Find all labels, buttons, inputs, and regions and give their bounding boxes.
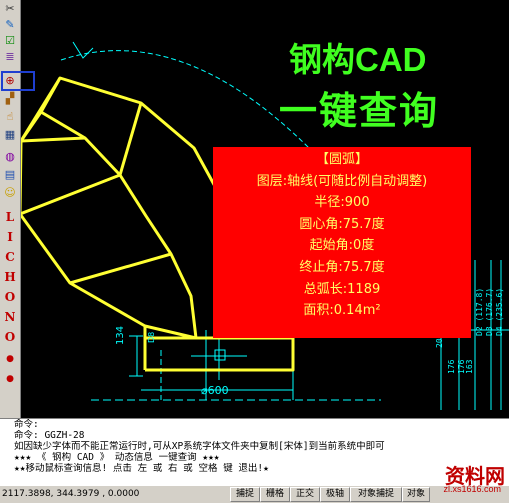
grid-toggle[interactable]: 栅格 bbox=[260, 487, 290, 502]
dimension-label-bottom: ⌀600 bbox=[201, 384, 229, 397]
dimension-label-right: D3 (176.7) bbox=[485, 287, 494, 336]
hand-icon[interactable]: ☝ bbox=[2, 110, 18, 124]
coordinate-readout: 2117.3898, 344.3979 , 0.0000 bbox=[2, 489, 140, 499]
edit-icon[interactable]: ✎ bbox=[2, 18, 18, 32]
toolbar-letter[interactable]: C bbox=[0, 248, 20, 266]
tooltip-line: 面积:0.14m² bbox=[303, 303, 381, 319]
layers-icon[interactable]: ≣ bbox=[2, 50, 18, 64]
dimension-label-right: D2 (117.8) bbox=[475, 287, 484, 336]
watermark-url: zl.xs1616.com bbox=[443, 484, 501, 494]
polar-toggle[interactable]: 极轴 bbox=[320, 487, 350, 502]
scissors-icon[interactable]: ✂ bbox=[2, 2, 18, 16]
ortho-toggle[interactable]: 正交 bbox=[290, 487, 320, 502]
drawing-canvas[interactable]: 钢构CAD 一键查询 ⌀600 134 D8 201 176 176 163 D… bbox=[21, 0, 509, 418]
toolbar-letter[interactable]: N bbox=[0, 308, 20, 326]
canvas-title-1: 钢构CAD bbox=[289, 41, 427, 78]
tooltip-title: 【圆弧】 bbox=[315, 152, 368, 167]
crosshair-box bbox=[214, 349, 226, 361]
toolbar-letter[interactable]: I bbox=[0, 228, 20, 246]
command-line: ★★移动鼠标查询信息! 点击 左 或 右 或 空格 键 退出!★ bbox=[14, 463, 269, 474]
tooltip-line: 终止角:75.7度 bbox=[299, 259, 385, 275]
toolbar-letter[interactable]: O bbox=[0, 288, 20, 306]
tooltip-line: 起始角:0度 bbox=[309, 238, 375, 254]
command-line: 如因缺少字体而不能正常运行时,可从XP系统字体文件夹中复制[宋体]到当前系统中即… bbox=[14, 441, 385, 452]
snap-toggle[interactable]: 捕捉 bbox=[230, 487, 260, 502]
palette-icon[interactable]: ◍ bbox=[2, 150, 18, 164]
radius-dimension-arc bbox=[60, 50, 312, 151]
check-icon[interactable]: ☑ bbox=[2, 34, 18, 48]
toolbar-dot[interactable]: ● bbox=[0, 370, 20, 388]
toolbar-letter[interactable]: H bbox=[0, 268, 20, 286]
toolbar-dot[interactable]: ● bbox=[0, 350, 20, 368]
table-icon[interactable]: ▦ bbox=[2, 128, 18, 142]
osnap-toggle[interactable]: 对象捕捉 bbox=[350, 487, 402, 502]
arc-info-tooltip: 【圆弧】 图层:轴线(可随比例自动调整) 半径:900 圆心角:75.7度 起始… bbox=[213, 147, 471, 338]
brush-icon[interactable]: ▞ bbox=[2, 92, 18, 106]
command-line: ★★★ 《 钢构 CAD 》 动态信息 一键查询 ★★★ bbox=[14, 452, 220, 463]
command-window[interactable]: 命令: 命令: GGZH-28 如因缺少字体而不能正常运行时,可从XP系统字体文… bbox=[0, 418, 509, 486]
dimension-label-left: 134 bbox=[115, 325, 126, 345]
dimension-label-right: D4 (235.6) bbox=[495, 287, 504, 336]
toolbar-letter[interactable]: O bbox=[0, 328, 20, 346]
tooltip-line: 图层:轴线(可随比例自动调整) bbox=[256, 173, 428, 189]
dimension-tick bbox=[72, 41, 94, 59]
smiley-icon[interactable]: ☺ bbox=[2, 186, 18, 200]
command-line: 命令: bbox=[14, 419, 39, 430]
tooltip-line: 圆心角:75.7度 bbox=[299, 216, 385, 232]
dimension-label-small: D8 bbox=[147, 331, 156, 343]
tooltip-line: 半径:900 bbox=[314, 195, 370, 211]
book-icon[interactable]: ▤ bbox=[2, 168, 18, 182]
status-bar: 2117.3898, 344.3979 , 0.0000 捕捉 栅格 正交 极轴… bbox=[0, 485, 509, 503]
toolbar-letter[interactable]: L bbox=[0, 208, 20, 226]
canvas-title-2: 一键查询 bbox=[279, 91, 440, 133]
command-line: 命令: GGZH-28 bbox=[14, 430, 85, 441]
tooltip-line: 总弧长:1189 bbox=[303, 281, 381, 297]
selected-tool-highlight bbox=[1, 71, 35, 91]
left-toolbar: ✂ ✎ ☑ ≣ ⊕ ▞ ☝ ▦ ◍ ▤ ☺ L I C H O N O ● ● bbox=[0, 0, 21, 418]
otrack-toggle[interactable]: 对象 bbox=[402, 487, 430, 502]
